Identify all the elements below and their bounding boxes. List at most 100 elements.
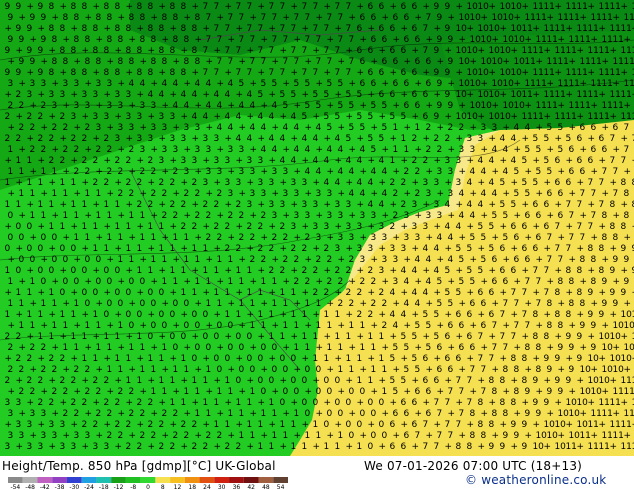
grid-value: 6	[598, 134, 604, 144]
scale-label: -12	[114, 484, 124, 490]
grid-value: 10	[458, 79, 470, 89]
grid-value: +	[480, 145, 488, 155]
grid-value: 9	[620, 288, 626, 298]
grid-value: +	[488, 68, 496, 78]
grid-value: +	[4, 156, 12, 166]
grid-value: 2	[48, 354, 54, 364]
grid-value: +	[227, 35, 235, 45]
grid-value: 1	[62, 211, 68, 221]
grid-value: +	[40, 57, 48, 67]
grid-value: +	[59, 134, 67, 144]
grid-value: 10	[469, 13, 481, 23]
grid-value: 3	[26, 420, 32, 430]
grid-value: 5	[444, 288, 450, 298]
grid-value: +	[502, 255, 510, 265]
grid-value: 8	[579, 255, 585, 265]
grid-value: 1	[169, 244, 175, 254]
grid-value: 7	[488, 354, 494, 364]
grid-value: 1	[359, 343, 365, 353]
grid-value: 3	[403, 233, 409, 243]
grid-value: 6	[400, 68, 406, 78]
grid-value: +	[315, 277, 323, 287]
grid-value: 5	[513, 167, 519, 177]
grid-value: 0	[51, 233, 57, 243]
grid-value: 0	[26, 244, 32, 254]
grid-value: 10	[568, 431, 580, 441]
grid-value: 10	[510, 24, 522, 34]
grid-value: 0	[62, 277, 68, 287]
grid-value: 5	[444, 266, 450, 276]
grid-value: +	[521, 200, 529, 210]
grid-value: 8	[48, 24, 54, 34]
grid-value: +	[48, 178, 56, 188]
grid-value: +	[59, 332, 67, 342]
grid-value: +	[601, 123, 609, 133]
grid-value: +	[524, 233, 532, 243]
grid-value: +	[238, 321, 246, 331]
grid-value: 3	[84, 101, 90, 111]
grid-value: 4	[323, 156, 329, 166]
grid-value: +	[81, 376, 89, 386]
grid-value: 3	[422, 178, 428, 188]
grid-value: +	[26, 2, 34, 12]
grid-value: +	[598, 156, 606, 166]
grid-value: 2	[282, 255, 288, 265]
grid-value: 5	[480, 255, 486, 265]
grid-value: 8	[598, 266, 604, 276]
grid-value: 6	[469, 299, 475, 309]
grid-value: 0	[4, 244, 10, 254]
grid-value: 6	[400, 398, 406, 408]
grid-value: 1	[334, 442, 340, 452]
grid-value: +	[447, 211, 455, 221]
grid-value: 1	[180, 398, 186, 408]
grid-value: +	[458, 167, 466, 177]
credit-link[interactable]: © weatheronline.co.uk	[465, 473, 606, 487]
grid-value: 4	[403, 299, 409, 309]
grid-value: 2	[139, 167, 145, 177]
grid-value: +	[590, 365, 598, 375]
grid-value: 2	[425, 123, 431, 133]
grid-value: 3	[70, 442, 76, 452]
grid-value: +	[477, 310, 485, 320]
grid-value: +	[499, 156, 507, 166]
grid-value: 3	[51, 101, 57, 111]
grid-value: 7	[334, 46, 340, 56]
grid-value: 8	[158, 46, 164, 56]
grid-value: +	[235, 420, 243, 430]
grid-value: 10	[466, 68, 478, 78]
grid-value: 5	[414, 365, 420, 375]
grid-value: 2	[4, 112, 10, 122]
grid-value: +	[447, 409, 455, 419]
grid-value: 2	[356, 288, 362, 298]
grid-value: 3	[491, 123, 497, 133]
grid-value: 7	[565, 200, 571, 210]
grid-value: 3	[81, 90, 87, 100]
grid-value: 10	[554, 442, 566, 452]
grid-value: +	[224, 332, 232, 342]
grid-value: 2	[367, 266, 373, 276]
color-swatch	[214, 477, 230, 483]
grid-value: +	[128, 365, 136, 375]
grid-value: 1	[356, 376, 362, 386]
grid-value: 10	[469, 35, 481, 45]
grid-value: +	[469, 123, 477, 133]
grid-value: +	[260, 35, 268, 45]
grid-value: 3	[62, 79, 68, 89]
grid-value: +	[301, 156, 309, 166]
scale-label: -38	[55, 484, 65, 490]
grid-value: +	[488, 398, 496, 408]
grid-value: 1	[312, 354, 318, 364]
grid-value: +	[609, 442, 617, 452]
grid-value: +	[227, 101, 235, 111]
grid-value: 2	[312, 288, 318, 298]
grid-value: +	[587, 2, 595, 12]
grid-value: 7	[535, 299, 541, 309]
grid-value: 6	[543, 200, 549, 210]
grid-value: 0	[378, 420, 384, 430]
scale-label: 30	[218, 484, 226, 490]
grid-value: 1	[73, 233, 79, 243]
grid-value: 9	[436, 79, 442, 89]
grid-value: +	[301, 222, 309, 232]
grid-value: +	[381, 13, 389, 23]
grid-value: +	[301, 288, 309, 298]
